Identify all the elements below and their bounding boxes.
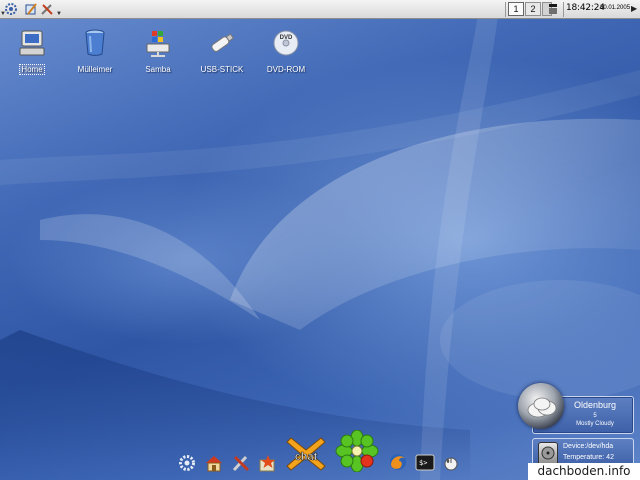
samba-icon (146, 31, 170, 57)
weather-cloud-icon (518, 383, 564, 429)
hdd-temperature: Temperature: 42 (563, 454, 614, 461)
terminal-icon: $> (415, 454, 435, 471)
dock-kde-menu[interactable] (177, 453, 197, 473)
terminal-prompt-text: $> (419, 459, 427, 467)
chat-icon: chat (286, 437, 326, 471)
panel-separator (505, 2, 506, 17)
panel-separator (563, 2, 564, 17)
tools-launcher[interactable] (38, 1, 56, 17)
desktop-icon-trash[interactable]: Mülleimer (63, 27, 127, 77)
pager-desktop-1[interactable]: 1 (508, 2, 524, 16)
dock-settings[interactable] (230, 453, 252, 473)
usb-stick-icon (211, 33, 234, 52)
dock-bookmarks[interactable] (256, 453, 278, 473)
desktop-icon-label: Samba (145, 65, 171, 74)
dock-mouse-settings[interactable] (441, 453, 461, 473)
tools-icon (41, 4, 53, 15)
top-panel: ▼ ▼ 1 2 18:42:24 30.01.2005 ▶ (0, 0, 640, 19)
desktop-icon-samba[interactable]: Samba (126, 27, 190, 77)
trash-icon (85, 29, 105, 56)
desktop-icon-label: Home (19, 64, 45, 75)
dock-terminal[interactable]: $> (414, 453, 436, 473)
cloud-icon (527, 397, 557, 418)
firefox-icon (390, 454, 406, 470)
desktop-icon-home[interactable]: Home (0, 27, 64, 77)
desktop-icon-usb-stick[interactable]: USB-STICK (190, 27, 254, 77)
hard-disk-icon (538, 442, 558, 465)
chat-icon-text: chat (295, 451, 318, 463)
dropdown-arrow-icon: ▼ (56, 11, 62, 17)
icq-flower-icon (335, 430, 379, 472)
dropdown-arrow-icon: ▼ (0, 11, 6, 17)
dock-chat[interactable]: chat (285, 436, 327, 472)
dock-home[interactable] (203, 453, 225, 473)
svg-text:DVD: DVD (280, 35, 293, 41)
kde-menu-icon (5, 3, 17, 15)
star-icon (259, 455, 275, 472)
window-list-icon (549, 4, 557, 14)
desktop-icon-dvd-rom[interactable]: DVD DVD-ROM (254, 27, 318, 77)
home-icon (206, 456, 222, 472)
watermark: dachboden.info (528, 463, 640, 480)
desktop-icon-label: USB-STICK (200, 65, 244, 74)
pager-desktop-2[interactable]: 2 (525, 2, 541, 16)
computer-icon (19, 30, 45, 56)
clock-date[interactable]: 30.01.2005 (600, 5, 630, 11)
kde-gear-icon (179, 455, 195, 471)
hdd-device: Device:/dev/hda (563, 443, 614, 450)
dock-icq[interactable] (335, 430, 379, 472)
edit-icon (25, 3, 37, 15)
desktop-icon-label: Mülleimer (77, 65, 113, 74)
mouse-icon (444, 457, 458, 471)
desktop-icon-label: DVD-ROM (266, 65, 306, 74)
taskbar-button[interactable] (546, 1, 560, 17)
tools-icon (232, 455, 250, 472)
clock-time[interactable]: 18:42:24 (566, 3, 605, 13)
dock-firefox[interactable] (387, 451, 409, 473)
dvd-icon: DVD (273, 30, 299, 56)
panel-hide-arrow-icon[interactable]: ▶ (631, 4, 637, 13)
